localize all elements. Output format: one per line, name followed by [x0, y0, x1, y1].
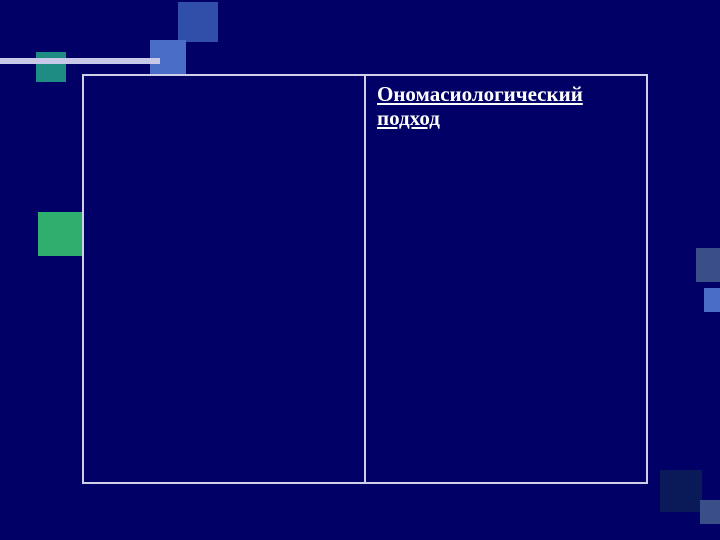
content-frame: Ономасиологический подход	[82, 74, 648, 484]
decor-square-bottom-1	[660, 470, 702, 512]
decor-square-green	[38, 212, 82, 256]
right-column: Ономасиологический подход	[365, 76, 646, 136]
decor-square-right-1	[696, 248, 720, 282]
decor-horizontal-line	[0, 58, 160, 64]
slide-heading: Ономасиологический подход	[377, 82, 636, 130]
decor-square-blue-1	[178, 2, 218, 42]
decor-square-right-2	[704, 288, 720, 312]
decor-square-teal	[36, 52, 66, 82]
column-divider	[364, 76, 366, 482]
decor-square-bottom-2	[700, 500, 720, 524]
